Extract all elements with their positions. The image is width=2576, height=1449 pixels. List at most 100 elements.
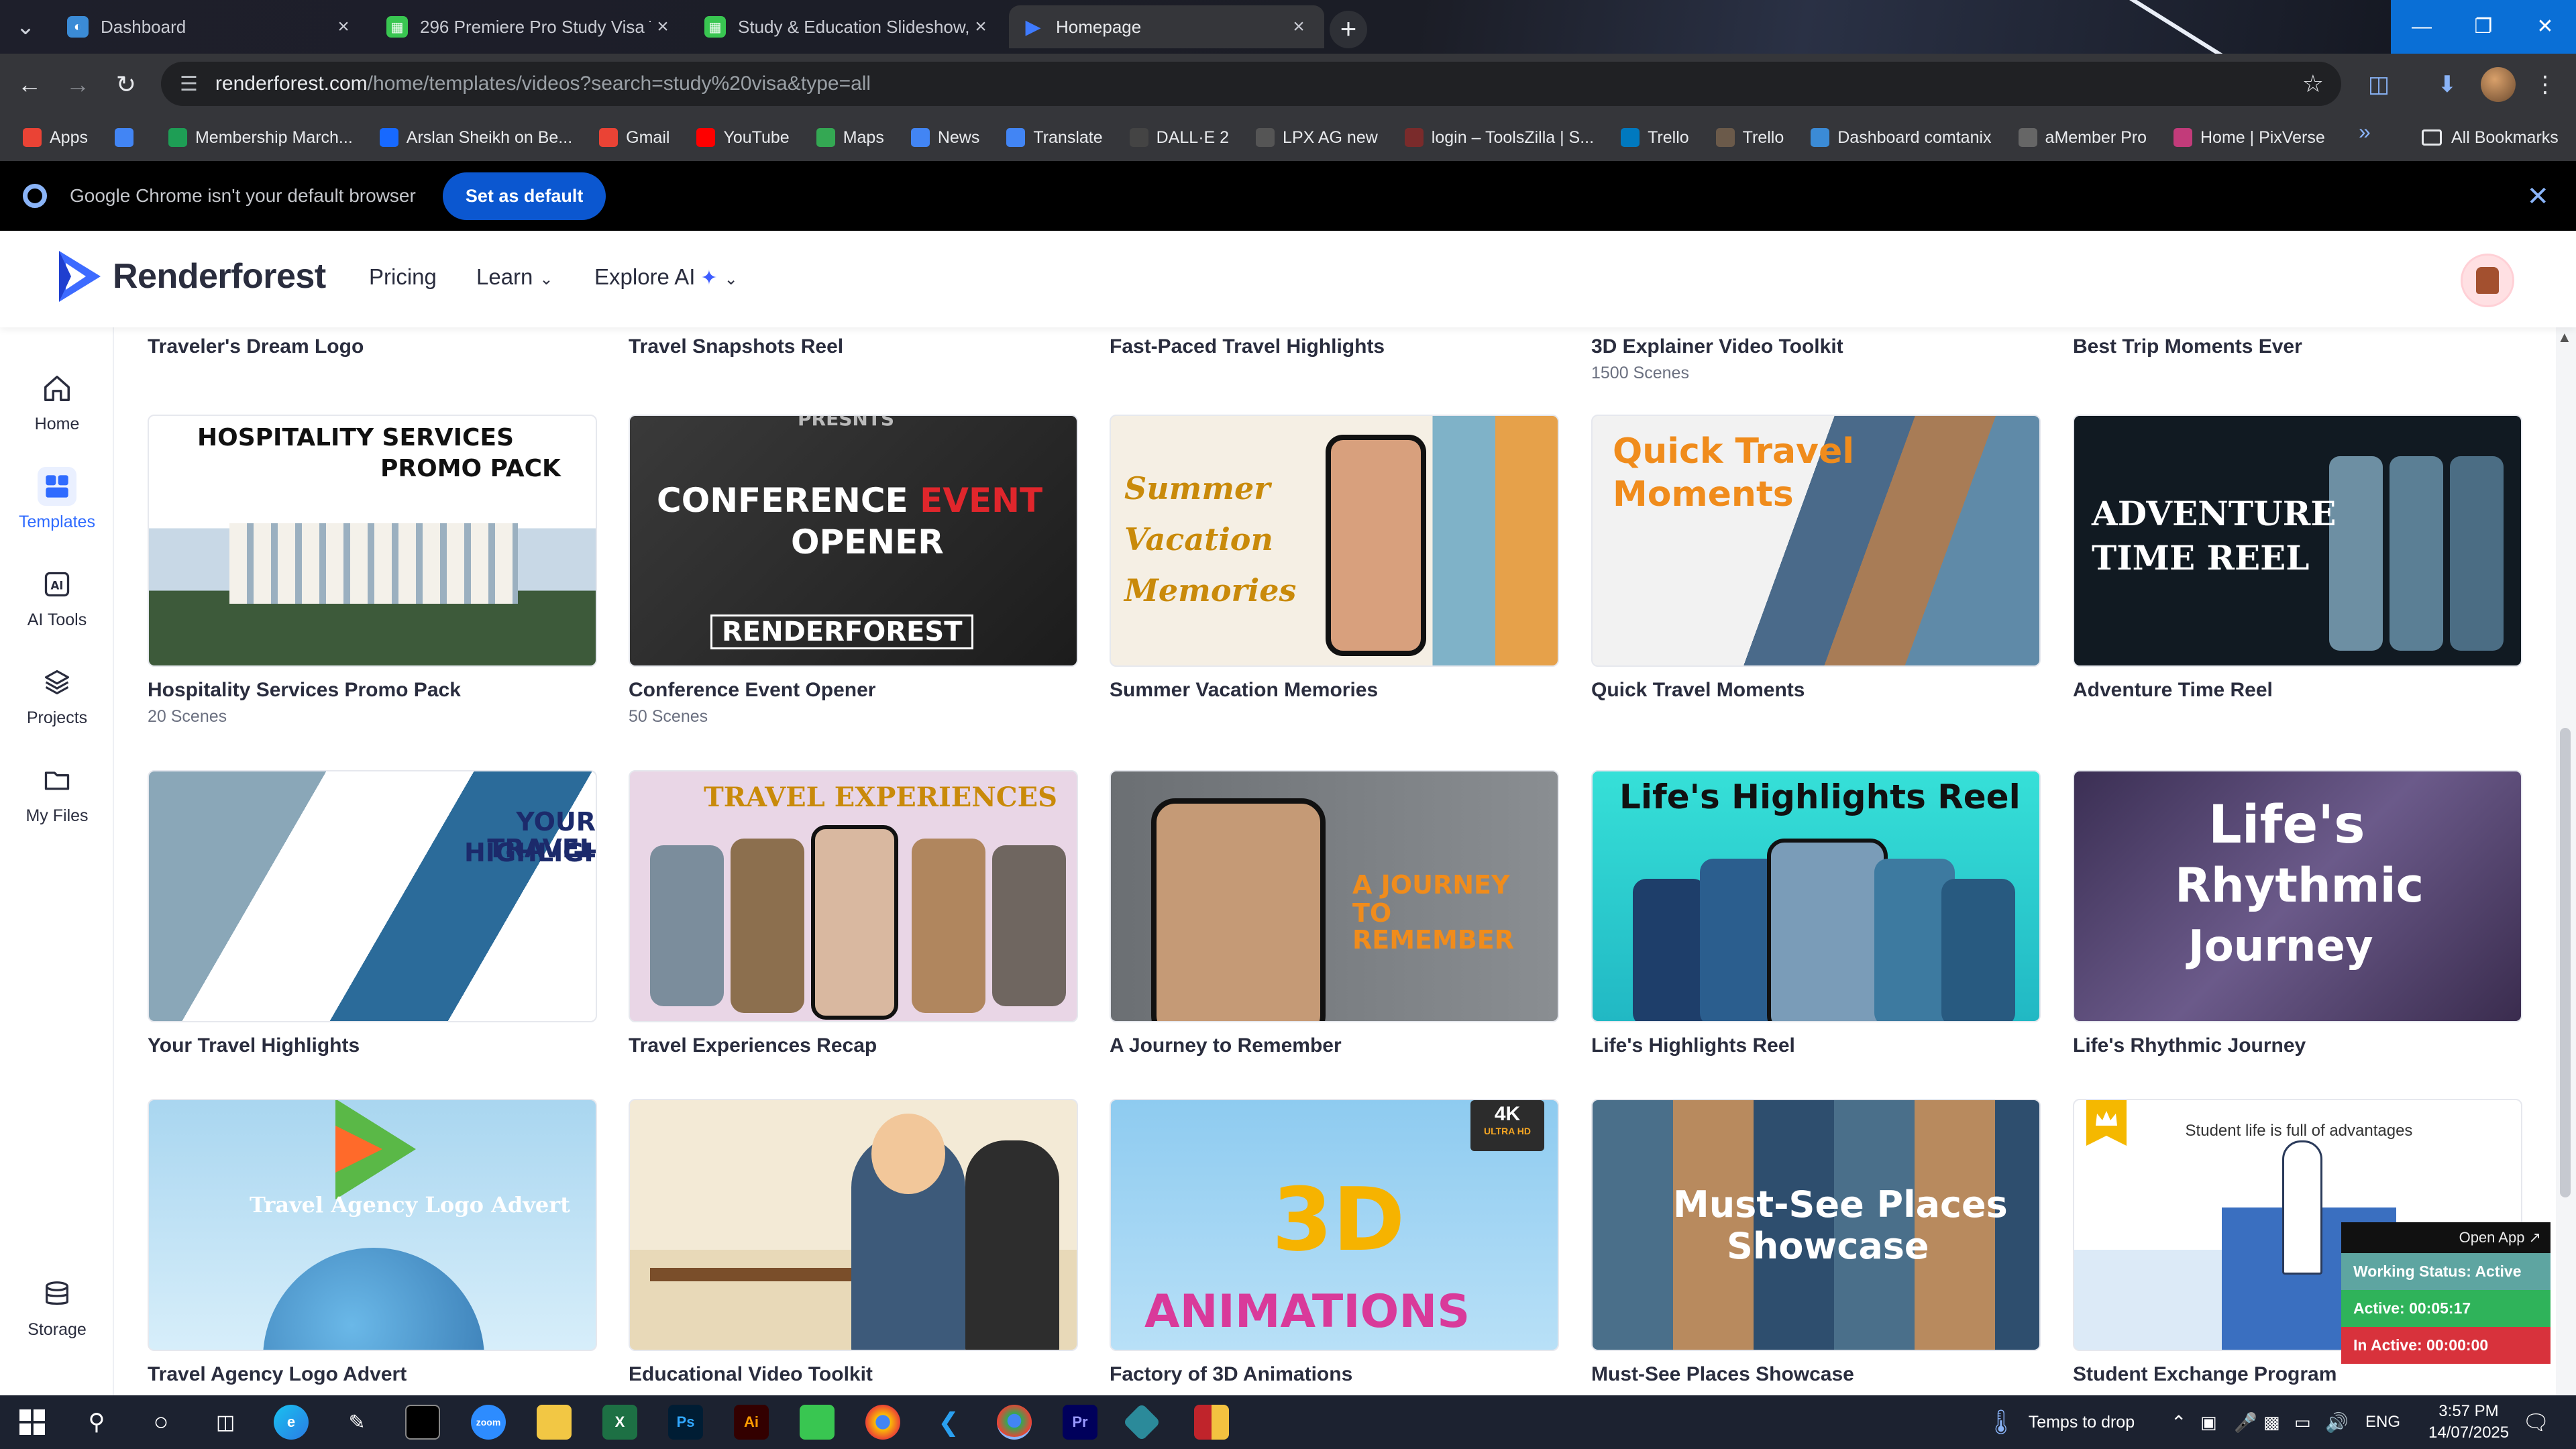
sidebar-item-projects[interactable]: Projects (0, 663, 114, 728)
bookmark-item[interactable]: Maps (816, 128, 884, 148)
template-thumbnail[interactable]: 4K ULTRA HD 3D ANIMATIONS (1110, 1099, 1559, 1351)
search-icon[interactable]: ⚲ (79, 1405, 114, 1440)
template-card-travel-experiences[interactable]: TRAVEL EXPERIENCES Travel Experiences Re… (629, 770, 1078, 1057)
network-icon[interactable]: ▭ (2294, 1395, 2311, 1449)
cortana-icon[interactable]: ○ (144, 1405, 178, 1440)
all-bookmarks-button[interactable]: All Bookmarks (2422, 114, 2559, 161)
close-window-button[interactable]: ✕ (2514, 0, 2576, 54)
template-title[interactable]: Travel Experiences Recap (629, 1034, 1078, 1057)
sidebar-item-ai-tools[interactable]: AI AI Tools (0, 565, 114, 630)
green-app-icon[interactable] (800, 1405, 835, 1440)
scrollbar-thumb[interactable] (2560, 728, 2571, 1197)
photoshop-icon[interactable]: Ps (668, 1405, 703, 1440)
volume-icon[interactable]: 🔊 (2325, 1395, 2349, 1449)
template-thumbnail[interactable]: Life's Highlights Reel (1591, 770, 2041, 1022)
address-bar[interactable]: ☰ renderforest.com/home/templates/videos… (161, 62, 2341, 106)
bookmark-item[interactable]: Translate (1006, 128, 1103, 148)
bookmark-item[interactable]: Trello (1621, 128, 1689, 148)
winrar-icon[interactable] (1194, 1405, 1229, 1440)
chrome-icon[interactable] (865, 1405, 900, 1440)
scroll-up-arrow-icon[interactable]: ▲ (2557, 329, 2572, 346)
template-thumbnail[interactable]: ADVENTURE TIME REEL (2073, 415, 2522, 667)
template-thumbnail[interactable] (629, 1099, 1078, 1351)
sidebar-item-my-files[interactable]: My Files (0, 761, 114, 826)
microphone-icon[interactable]: 🎤 (2234, 1395, 2257, 1449)
template-thumbnail[interactable]: TRAVEL EXPERIENCES (629, 770, 1078, 1022)
chrome-active-icon[interactable] (997, 1405, 1032, 1440)
template-card-hospitality[interactable]: HOSPITALITY SERVICES PROMO PACK Hospital… (148, 415, 597, 727)
template-thumbnail[interactable]: Must-See Places Showcase (1591, 1099, 2041, 1351)
tray-app-icon[interactable]: ▣ (2200, 1395, 2217, 1449)
restore-button[interactable]: ❐ (2453, 0, 2514, 54)
template-card-educational-toolkit[interactable]: Educational Video Toolkit (629, 1099, 1078, 1386)
set-as-default-button[interactable]: Set as default (442, 172, 606, 220)
template-title[interactable]: Travel Snapshots Reel (629, 335, 843, 358)
security-icon[interactable]: ▩ (2263, 1395, 2280, 1449)
renderforest-logo[interactable]: Renderforest (56, 250, 326, 303)
template-card-adventure-time[interactable]: ADVENTURE TIME REEL Adventure Time Reel (2073, 415, 2522, 702)
open-app-button[interactable]: Open App ↗ (2341, 1222, 2551, 1253)
bookmark-item[interactable]: LPX AG new (1256, 128, 1378, 148)
template-card-your-travel-highlights[interactable]: YOUR TRAVEL HIGHLIGHTS Your Travel Highl… (148, 770, 597, 1057)
language-indicator[interactable]: ENG (2365, 1395, 2400, 1449)
tab-dashboard[interactable]: ◐ Dashboard × (54, 5, 369, 48)
pen-icon[interactable]: ✎ (339, 1405, 374, 1440)
tab-premiere-pro[interactable]: ▦ 296 Premiere Pro Study Visa Te × (373, 5, 688, 48)
template-thumbnail[interactable]: Life's Rhythmic Journey (2073, 770, 2522, 1022)
nav-learn[interactable]: Learn ⌄ (476, 264, 553, 290)
template-card-rhythmic-journey[interactable]: Life's Rhythmic Journey Life's Rhythmic … (2073, 770, 2522, 1057)
terminal-icon[interactable] (405, 1405, 440, 1440)
template-title[interactable]: Best Trip Moments Ever (2073, 335, 2302, 358)
profile-avatar[interactable] (2481, 67, 2516, 102)
nav-explore-ai[interactable]: Explore AI ✦ ⌄ (594, 264, 738, 290)
sidebar-item-storage[interactable]: Storage (0, 1275, 114, 1340)
template-title[interactable]: Summer Vacation Memories (1110, 679, 1559, 702)
tray-chevron-up-icon[interactable]: ⌃ (2171, 1395, 2186, 1449)
template-title[interactable]: A Journey to Remember (1110, 1034, 1559, 1057)
close-infobar-icon[interactable]: ✕ (2526, 181, 2549, 212)
tab-search-chevron-icon[interactable]: ⌄ (7, 8, 44, 46)
template-card-summer-vacation[interactable]: Summer Vacation Memories Summer Vacation… (1110, 415, 1559, 702)
tab-study-education[interactable]: ▦ Study & Education Slideshow, V × (691, 5, 1006, 48)
template-title[interactable]: Adventure Time Reel (2073, 679, 2522, 702)
new-tab-button[interactable]: + (1330, 11, 1367, 48)
bookmark-item[interactable]: login – ToolsZilla | S... (1404, 128, 1594, 148)
bookmark-item[interactable]: Trello (1715, 128, 1784, 148)
tab-close-icon[interactable]: × (1287, 15, 1311, 38)
excel-icon[interactable]: X (602, 1405, 637, 1440)
template-title[interactable]: Quick Travel Moments (1591, 679, 2041, 702)
bookmark-item[interactable]: DALL·E 2 (1129, 128, 1229, 148)
template-title[interactable]: Student Exchange Program (2073, 1363, 2522, 1386)
minimize-button[interactable]: — (2391, 0, 2453, 54)
teal-app-icon[interactable] (1122, 1403, 1161, 1442)
template-title[interactable]: Your Travel Highlights (148, 1034, 597, 1057)
bookmark-item[interactable]: Home | PixVerse (2174, 128, 2325, 148)
bookmark-item[interactable]: Dashboard comtanix (1811, 128, 1992, 148)
template-thumbnail[interactable]: YOUR TRAVEL HIGHLIGHTS (148, 770, 597, 1022)
tab-close-icon[interactable]: × (651, 15, 675, 38)
template-title[interactable]: Traveler's Dream Logo (148, 335, 364, 358)
template-thumbnail[interactable]: A JOURNEY TO REMEMBER (1110, 770, 1559, 1022)
template-card-lifes-highlights[interactable]: Life's Highlights Reel Life's Highlights… (1591, 770, 2041, 1057)
reload-button[interactable]: ↻ (107, 66, 145, 103)
site-info-icon[interactable]: ☰ (180, 72, 198, 96)
template-title[interactable]: Travel Agency Logo Advert (148, 1363, 597, 1386)
bookmark-item[interactable]: Arslan Sheikh on Be... (379, 128, 572, 148)
task-view-icon[interactable]: ◫ (208, 1405, 243, 1440)
tab-homepage[interactable]: ▶ Homepage × (1009, 5, 1324, 48)
template-card-travel-agency[interactable]: Travel Agency Logo Advert Travel Agency … (148, 1099, 597, 1386)
tab-close-icon[interactable]: × (331, 15, 356, 38)
template-card-quick-travel[interactable]: Quick Travel Moments Quick Travel Moment… (1591, 415, 2041, 702)
more-bookmarks-chevron-icon[interactable]: » (2359, 119, 2371, 144)
template-card-conference[interactable]: PRESNTS CONFERENCE EVENT OPENER RENDERFO… (629, 415, 1078, 727)
bookmark-item[interactable]: YouTube (696, 128, 790, 148)
user-avatar[interactable] (2461, 254, 2514, 307)
file-explorer-icon[interactable] (537, 1405, 572, 1440)
vscode-icon[interactable]: ❮ (931, 1405, 966, 1440)
template-title[interactable]: Educational Video Toolkit (629, 1363, 1078, 1386)
template-title[interactable]: Life's Highlights Reel (1591, 1034, 2041, 1057)
template-card-3d-animations[interactable]: 4K ULTRA HD 3D ANIMATIONS Factory of 3D … (1110, 1099, 1559, 1386)
bookmark-item[interactable] (114, 128, 142, 147)
template-card-must-see-places[interactable]: Must-See Places Showcase Must-See Places… (1591, 1099, 2041, 1386)
illustrator-icon[interactable]: Ai (734, 1405, 769, 1440)
